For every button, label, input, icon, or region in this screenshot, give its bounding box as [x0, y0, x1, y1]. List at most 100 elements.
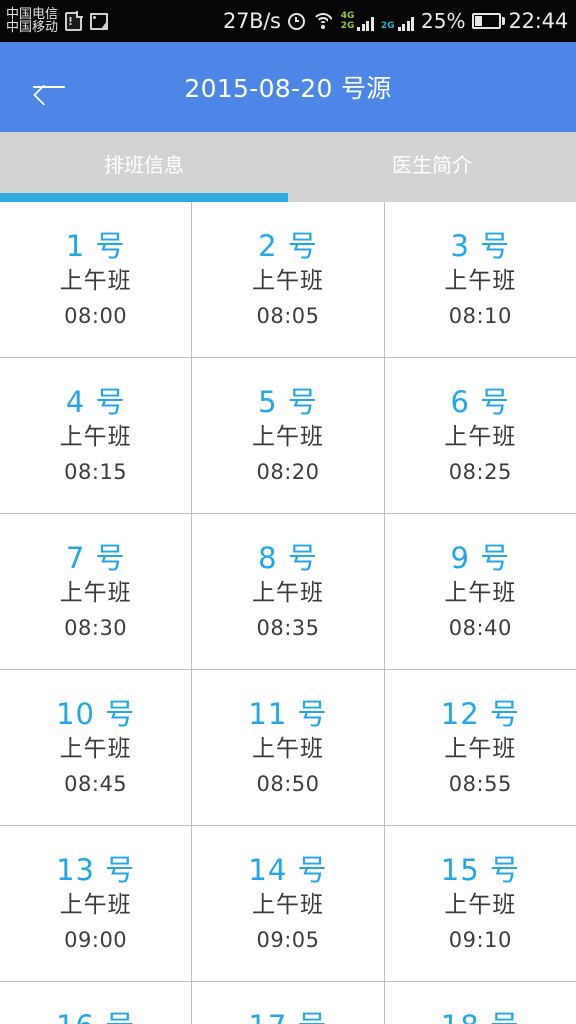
network-speed: 27B/s: [223, 9, 281, 33]
slot-number: 6 号: [450, 384, 511, 419]
slot-number: 13 号: [56, 852, 136, 887]
schedule-slot-cell[interactable]: 14 号上午班 09:05: [192, 826, 385, 981]
status-bar: 中国电信 中国移动 ! 27B/s 4G 2G 2G 25% 22:44: [0, 0, 576, 42]
sim-card-warning-icon: !: [65, 10, 84, 31]
slot-shift: 上午班: [59, 424, 132, 450]
schedule-row: 16 号上午班09:1517 号上午班09:2018 号上午班09:25: [0, 982, 576, 1024]
schedule-slot-cell[interactable]: 16 号上午班09:15: [0, 982, 193, 1024]
slot-number: 1 号: [65, 228, 126, 263]
slot-shift: 上午班: [251, 580, 324, 606]
slot-time: 08:20: [256, 459, 320, 484]
slot-number: 5 号: [258, 384, 318, 419]
alarm-clock-icon: [287, 12, 305, 30]
schedule-slot-cell[interactable]: 13 号上午班 09:00: [0, 826, 193, 981]
slot-shift: 上午班: [251, 892, 324, 918]
slot-shift: 上午班: [251, 736, 324, 762]
picture-icon: [90, 12, 109, 30]
slot-shift: 上午班: [444, 580, 517, 606]
schedule-slot-cell[interactable]: 1 号上午班 08:00: [0, 202, 193, 357]
slot-number: 3 号: [450, 228, 511, 263]
schedule-row: 10 号上午班 08:45 11 号上午班 08:50 12 号上午班 08:55: [0, 670, 576, 826]
sim1-network-type-bottom: 2G: [340, 20, 355, 31]
schedule-slot-cell[interactable]: 10 号上午班 08:45: [0, 670, 193, 825]
slot-number: 15 号: [440, 852, 520, 887]
schedule-slot-cell[interactable]: 15 号上午班 09:10: [385, 826, 576, 981]
slot-number: 11 号: [248, 696, 328, 731]
slot-time: 08:40: [448, 615, 512, 640]
schedule-slot-cell[interactable]: 4 号上午班 08:15: [0, 358, 193, 513]
schedule-slot-cell[interactable]: 9 号上午班 08:40: [385, 514, 576, 669]
slot-number: 7 号: [65, 540, 126, 575]
slot-time: 09:00: [64, 927, 128, 952]
app-root: 中国电信 中国移动 ! 27B/s 4G 2G 2G 25% 22:44 201…: [0, 0, 576, 1024]
sim1-signal-icon: 4G 2G: [341, 11, 374, 31]
slot-number: 8 号: [258, 540, 318, 575]
tab-doctor-profile-label: 医生简介: [392, 152, 472, 177]
sim2-network-type: 2G: [380, 20, 395, 31]
carrier-line-2: 中国移动: [6, 20, 59, 35]
slot-shift: 上午班: [444, 268, 517, 294]
status-left-icons: !: [65, 10, 109, 31]
slot-shift: 上午班: [444, 736, 517, 762]
slot-shift: 上午班: [251, 424, 324, 450]
slot-shift: 上午班: [59, 580, 132, 606]
tab-inactive-indicator: [288, 193, 576, 202]
slot-shift: 上午班: [444, 892, 517, 918]
back-arrow-icon: [32, 76, 66, 106]
tab-bar: 排班信息 医生简介: [0, 132, 576, 202]
back-button[interactable]: [27, 65, 71, 109]
slot-shift: 上午班: [59, 268, 132, 294]
carrier-names: 中国电信 中国移动: [6, 6, 59, 35]
slot-time: 09:05: [256, 927, 320, 952]
schedule-slot-grid[interactable]: 1 号上午班 08:00 2 号上午班 08:05 3 号上午班 08:10 4 号上午班 0…: [0, 202, 576, 1024]
slot-time: 08:35: [256, 615, 320, 640]
slot-time: 08:30: [64, 615, 128, 640]
slot-shift: 上午班: [251, 268, 324, 294]
slot-time: 08:10: [448, 303, 512, 328]
battery-icon: [472, 13, 506, 29]
schedule-row: 4 号上午班 08:15 5 号上午班 08:20 6 号上午班 08:25: [0, 358, 576, 514]
slot-number: 2 号: [258, 228, 318, 263]
slot-number: 10 号: [56, 696, 136, 731]
schedule-slot-cell[interactable]: 5 号上午班 08:20: [192, 358, 385, 513]
slot-number: 16 号: [56, 1008, 135, 1024]
slot-time: 08:25: [448, 459, 512, 484]
status-clock: 22:44: [508, 9, 568, 33]
schedule-row: 1 号上午班 08:00 2 号上午班 08:05 3 号上午班 08:10: [0, 202, 576, 358]
slot-time: 08:15: [64, 459, 128, 484]
slot-number: 14 号: [248, 852, 328, 887]
slot-number: 9 号: [450, 540, 511, 575]
schedule-slot-cell[interactable]: 12 号上午班 08:55: [385, 670, 576, 825]
page-title: 2015-08-20 号源: [184, 74, 392, 103]
slot-number: 12 号: [440, 696, 520, 731]
schedule-slot-cell[interactable]: 17 号上午班09:20: [192, 982, 385, 1024]
slot-shift: 上午班: [59, 736, 132, 762]
schedule-slot-cell[interactable]: 3 号上午班 08:10: [385, 202, 576, 357]
schedule-slot-cell[interactable]: 8 号上午班 08:35: [192, 514, 385, 669]
status-right-cluster: 27B/s 4G 2G 2G 25% 22:44: [223, 0, 568, 42]
wifi-icon: [311, 13, 334, 29]
tab-doctor-profile[interactable]: 医生简介: [288, 132, 576, 202]
schedule-slot-cell[interactable]: 11 号上午班 08:50: [192, 670, 385, 825]
slot-time: 08:05: [256, 303, 320, 328]
slot-time: 08:55: [448, 771, 512, 796]
slot-shift: 上午班: [59, 892, 132, 918]
schedule-slot-cell[interactable]: 2 号上午班 08:05: [192, 202, 385, 357]
app-header: 2015-08-20 号源: [0, 42, 576, 132]
slot-number: 4 号: [65, 384, 126, 419]
slot-time: 08:00: [64, 303, 128, 328]
tab-schedule-info-label: 排班信息: [104, 152, 184, 177]
schedule-slot-cell[interactable]: 6 号上午班 08:25: [385, 358, 576, 513]
tab-active-indicator: [0, 193, 288, 202]
slot-number: 18 号: [441, 1008, 520, 1024]
slot-number: 17 号: [248, 1008, 327, 1024]
slot-shift: 上午班: [444, 424, 517, 450]
slot-time: 08:45: [64, 771, 128, 796]
schedule-slot-cell[interactable]: 7 号上午班 08:30: [0, 514, 193, 669]
tab-schedule-info[interactable]: 排班信息: [0, 132, 288, 202]
slot-time: 09:10: [448, 927, 512, 952]
slot-time: 08:50: [256, 771, 320, 796]
schedule-row: 13 号上午班 09:00 14 号上午班 09:05 15 号上午班 09:10: [0, 826, 576, 982]
schedule-slot-cell[interactable]: 18 号上午班09:25: [385, 982, 576, 1024]
carrier-line-1: 中国电信: [6, 6, 59, 22]
